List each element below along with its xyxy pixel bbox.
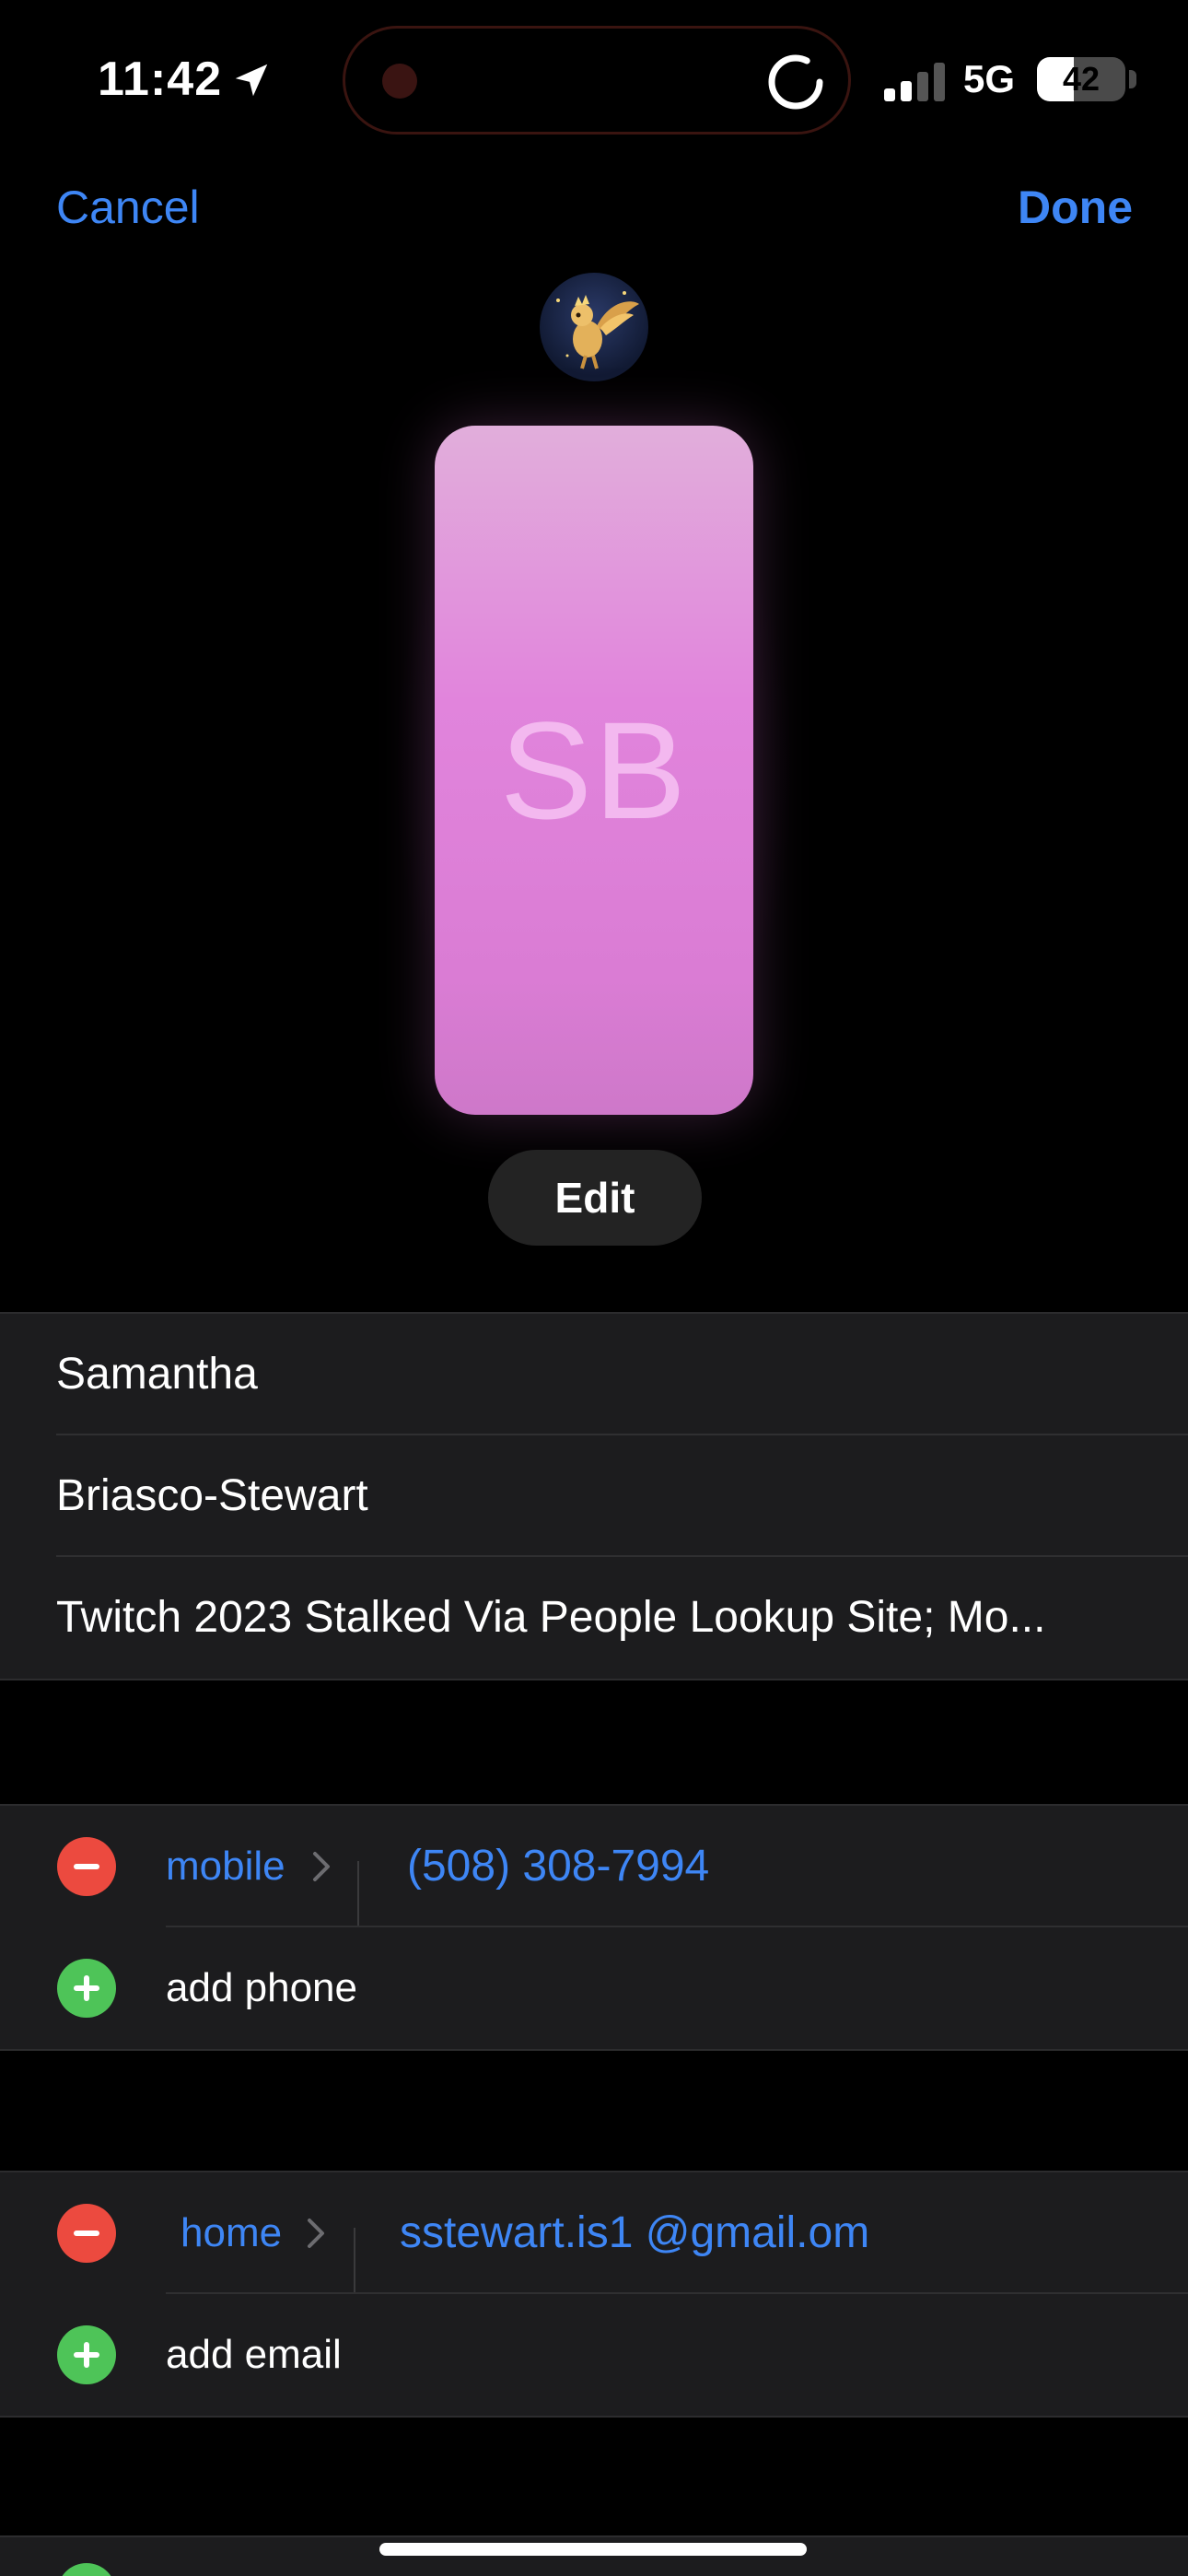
- email-group: home sstewart.is1 @gmail.om add email: [0, 2171, 1188, 2418]
- add-email-button[interactable]: [57, 2325, 116, 2384]
- network-type: 5G: [963, 57, 1016, 100]
- camera-dot-icon: [382, 64, 417, 99]
- chevron-right-icon: [308, 2219, 324, 2248]
- last-name-row[interactable]: Briasco-Stewart: [0, 1435, 1188, 1557]
- poster-initials: SB: [499, 692, 689, 848]
- email-address-field[interactable]: sstewart.is1 @gmail.om: [400, 2172, 869, 2294]
- field-divider: [354, 2228, 355, 2294]
- remove-email-button[interactable]: [57, 2204, 116, 2263]
- next-field-group: [0, 2535, 1188, 2576]
- battery-icon: 42: [1037, 57, 1125, 101]
- winged-creature-icon: [556, 291, 639, 369]
- phone-row: mobile (508) 308-7994: [0, 1806, 1188, 1927]
- dynamic-island: [343, 26, 851, 135]
- phone-group: mobile (508) 308-7994 add phone: [0, 1804, 1188, 2051]
- name-fields-group: Samantha Briasco-Stewart Twitch 2023 Sta…: [0, 1312, 1188, 1680]
- contact-avatar[interactable]: [540, 273, 648, 381]
- field-divider: [357, 1861, 359, 1927]
- phone-number-field[interactable]: (508) 308-7994: [407, 1806, 709, 1927]
- email-row: home sstewart.is1 @gmail.om: [0, 2172, 1188, 2294]
- status-bar: 11:42 5G 42: [0, 0, 1188, 166]
- first-name-row[interactable]: Samantha: [0, 1314, 1188, 1435]
- chevron-right-icon: [313, 1852, 330, 1881]
- home-indicator[interactable]: [379, 2543, 807, 2556]
- location-arrow-icon: [235, 64, 268, 97]
- add-field-button[interactable]: [57, 2563, 116, 2576]
- remove-phone-button[interactable]: [57, 1837, 116, 1896]
- add-phone-label[interactable]: add phone: [166, 1927, 357, 2049]
- done-button[interactable]: Done: [1018, 181, 1133, 234]
- first-name-field[interactable]: Samantha: [56, 1314, 258, 1435]
- add-phone-row[interactable]: add phone: [0, 1927, 1188, 2049]
- company-field[interactable]: Twitch 2023 Stalked Via People Lookup Si…: [56, 1557, 1045, 1679]
- last-name-field[interactable]: Briasco-Stewart: [56, 1435, 368, 1557]
- battery-nub: [1129, 70, 1136, 88]
- add-email-label[interactable]: add email: [166, 2294, 342, 2416]
- add-phone-button[interactable]: [57, 1959, 116, 2018]
- edit-poster-button[interactable]: Edit: [488, 1150, 702, 1246]
- contact-poster[interactable]: SB: [435, 426, 753, 1115]
- status-time: 11:42: [98, 53, 223, 106]
- cancel-button[interactable]: Cancel: [56, 181, 200, 234]
- battery-percent: 42: [1062, 60, 1101, 98]
- loading-spinner-icon: [768, 54, 823, 110]
- signal-bars-icon: [884, 63, 945, 101]
- add-email-row[interactable]: add email: [0, 2294, 1188, 2416]
- company-row[interactable]: Twitch 2023 Stalked Via People Lookup Si…: [0, 1557, 1188, 1679]
- phone-type-label[interactable]: mobile: [166, 1806, 285, 1927]
- email-type-label[interactable]: home: [181, 2172, 282, 2294]
